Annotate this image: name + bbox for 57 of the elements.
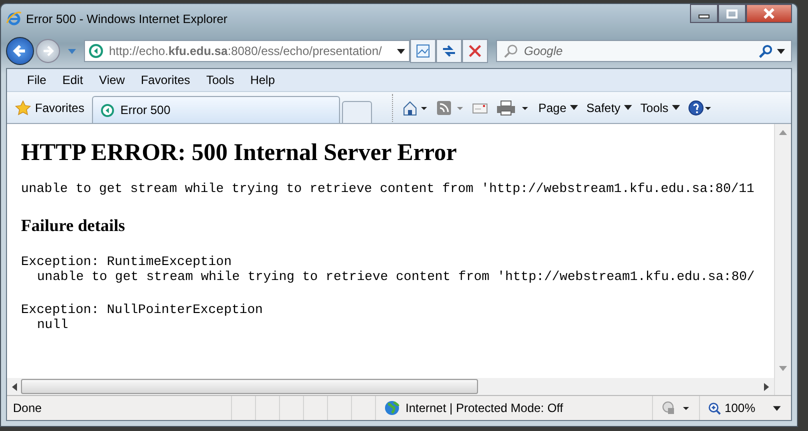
caret-icon xyxy=(672,105,680,110)
zoom-icon xyxy=(708,402,721,414)
menu-item[interactable]: Favorites xyxy=(132,73,198,87)
page-icon xyxy=(101,104,114,116)
stop-icon xyxy=(468,44,482,58)
caret-icon xyxy=(624,105,632,110)
stop-button[interactable] xyxy=(462,39,488,63)
close-icon xyxy=(762,8,776,19)
exception-title: Exception: NullPointerException xyxy=(21,302,264,317)
search-field[interactable]: Google xyxy=(522,43,754,59)
back-button[interactable] xyxy=(6,37,34,65)
address-field[interactable]: http://echo.kfu.edu.sa:8080/ess/echo/presentation/ xyxy=(84,40,410,62)
caret-icon[interactable] xyxy=(777,48,785,54)
scroll-right-icon[interactable] xyxy=(764,382,769,390)
toolbar-menu-button[interactable]: Tools xyxy=(637,98,684,116)
minimize-button[interactable] xyxy=(690,4,718,23)
refresh-icon xyxy=(441,43,457,59)
maximize-icon xyxy=(726,8,738,18)
caret-icon xyxy=(570,105,578,110)
magnifier-icon xyxy=(503,44,518,58)
menu-item[interactable]: File xyxy=(19,73,54,87)
back-arrow-icon xyxy=(12,43,28,59)
caret-icon[interactable] xyxy=(397,48,405,54)
window-title: Error 500 - Windows Internet Explorer xyxy=(26,12,228,26)
menu-item[interactable]: View xyxy=(91,73,133,87)
compatibility-view-button[interactable] xyxy=(410,39,436,63)
scroll-left-icon[interactable] xyxy=(12,382,17,390)
search-box[interactable]: Google xyxy=(496,40,792,62)
menu-item[interactable]: Edit xyxy=(54,73,92,87)
close-button[interactable] xyxy=(746,4,792,23)
error-message: unable to get stream while trying to retrieve content from 'http://webstream1.kfu.edu.sa:80/11 xyxy=(21,181,756,196)
browser-tab[interactable]: Error 500 xyxy=(92,96,340,123)
forward-arrow-icon xyxy=(41,44,55,58)
exception-detail: null xyxy=(36,317,70,332)
error-heading: HTTP ERROR: 500 Internal Server Error xyxy=(21,140,458,167)
refresh-button[interactable] xyxy=(436,39,462,63)
exception-detail: unable to get stream while trying to retrieve content from 'http://webstream1.kfu.edu.sa:80/ xyxy=(36,269,756,284)
scroll-thumb[interactable] xyxy=(21,379,478,394)
security-zone-text: Internet | Protected Mode: Off xyxy=(405,401,564,415)
menu-item[interactable]: Help xyxy=(242,73,283,87)
search-icon[interactable] xyxy=(758,44,773,58)
favorites-button[interactable]: Favorites xyxy=(7,94,92,122)
globe-icon xyxy=(384,400,400,416)
page-icon xyxy=(89,44,103,58)
zoom-button[interactable]: 100% xyxy=(698,396,764,420)
status-text: Done xyxy=(12,401,43,415)
section-heading: Failure details xyxy=(21,216,126,236)
toolbar-menu-button[interactable]: Page xyxy=(535,98,582,116)
caret-icon[interactable] xyxy=(773,406,781,410)
browser-logo-icon xyxy=(6,11,22,27)
exception-title: Exception: RuntimeException xyxy=(21,254,233,269)
toolbar-menu-button[interactable]: Safety xyxy=(583,98,636,116)
menu-item[interactable]: Tools xyxy=(198,73,242,87)
maximize-button[interactable] xyxy=(718,4,746,23)
chart-page-icon xyxy=(415,43,431,59)
star-icon xyxy=(15,100,31,116)
horizontal-scrollbar[interactable] xyxy=(7,378,774,395)
